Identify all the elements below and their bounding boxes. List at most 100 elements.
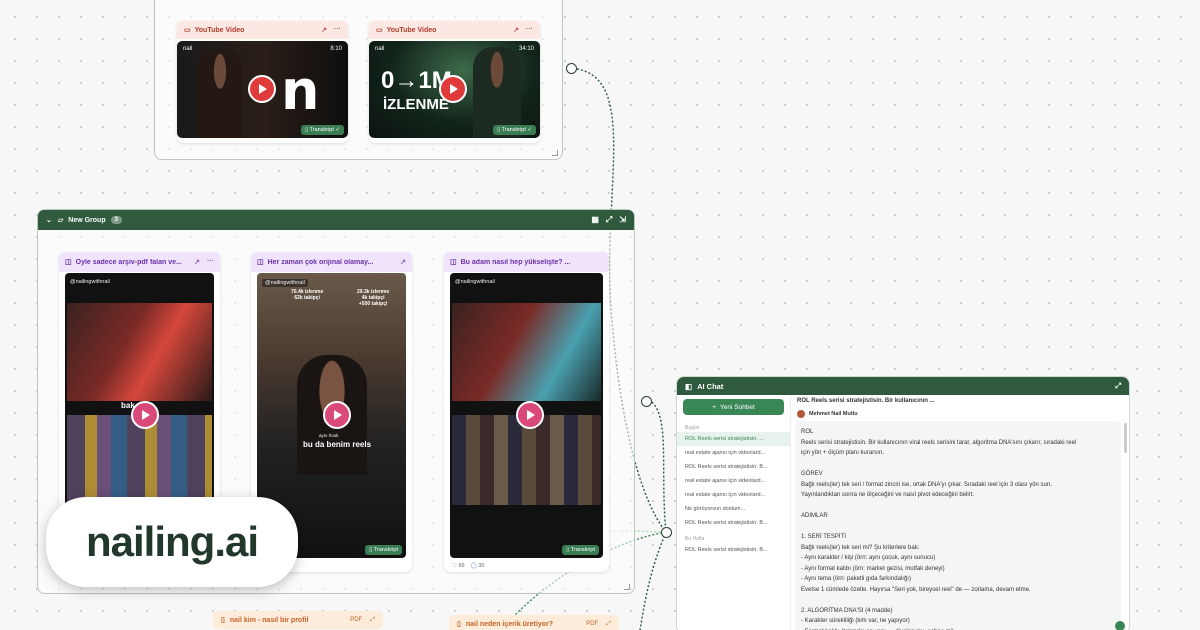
external-link-icon[interactable]: ↗: [513, 26, 519, 34]
chat-title: AI Chat: [697, 381, 724, 391]
play-button[interactable]: [248, 75, 276, 103]
scroll-down-button[interactable]: [1115, 621, 1125, 630]
message-line: [801, 522, 1115, 533]
more-icon[interactable]: ···: [334, 26, 341, 34]
chat-sidebar: + Yeni Sohbet Bugün ROL Reels serisi str…: [677, 395, 791, 630]
more-icon[interactable]: ···: [207, 258, 214, 266]
resize-handle[interactable]: [552, 150, 558, 156]
reel-title: Her zaman çok orijinal olamay...: [267, 258, 374, 266]
pdf-kind: PDF: [350, 616, 363, 623]
external-link-icon[interactable]: ↗: [400, 258, 406, 266]
youtube-video-card[interactable]: ▭ YouTube Video ↗ ··· nail 8:10 n ▯ Trans…: [177, 21, 348, 143]
new-chat-button[interactable]: + Yeni Sohbet: [683, 399, 784, 415]
channel-name: nail: [183, 46, 193, 52]
chat-session-item[interactable]: ROL Reels serisi stratejistisin. B...: [677, 516, 790, 530]
message-line: - Aynı karakter / kişi (örn: aynı çocuk,…: [801, 555, 936, 561]
reel-preview[interactable]: @nailingwithnail ▯ Transkript: [450, 273, 603, 558]
reel-stat-right: 29.3k izlenme 4k takipçi +500 takipçi: [357, 289, 390, 307]
video-duration: 8:10: [330, 46, 342, 52]
message-line: GÖREV: [801, 471, 823, 477]
channel-name: nail: [375, 46, 385, 52]
pdf-icon: ▯: [457, 621, 461, 628]
connector-handle[interactable]: [641, 396, 652, 407]
grid-layout-icon[interactable]: ▦: [591, 215, 599, 225]
expand-icon[interactable]: ⤢: [606, 215, 612, 225]
message-line: [801, 595, 1115, 606]
pdf-kind: PDF: [586, 620, 599, 627]
instagram-icon: ◫: [450, 259, 457, 266]
ai-chat-panel: ◧ AI Chat ⤢ + Yeni Sohbet Bugün ROL Reel…: [676, 376, 1130, 630]
transcript-badge[interactable]: ▯ Transkript ✓: [301, 125, 344, 135]
pdf-card[interactable]: ▯ nail kim - nasıl bir profil PDF ⤢: [213, 611, 383, 629]
sidebar-section-today: Bugün: [685, 425, 700, 431]
message-line: - Format kalıbı (tekrarlayan yapı — diya…: [801, 627, 1115, 630]
external-link-icon[interactable]: ↗: [194, 258, 200, 266]
transcript-badge[interactable]: ▯ Transkript: [365, 545, 402, 555]
message-author: Mehmet Nail Mutlu: [795, 407, 1129, 421]
chat-icon: ◧: [685, 381, 693, 391]
reel-stat-left: 70.4k izlenme 62k takipçi: [291, 289, 324, 301]
transcript-badge[interactable]: ▯ Transkript: [562, 545, 599, 555]
pdf-card[interactable]: ▯ nail neden içerik üretiyor? PDF ⤢: [449, 615, 619, 630]
message-line: [801, 501, 1115, 512]
pdf-title: nail kim - nasıl bir profil: [229, 616, 309, 624]
chat-session-item[interactable]: Ne görüyorsun dostum...: [677, 502, 790, 516]
play-button[interactable]: [131, 401, 159, 429]
group-header[interactable]: ⌄ ▱ New Group 3 ▦ ⤢ ⇲: [38, 210, 634, 230]
external-link-icon[interactable]: ↗: [321, 26, 327, 34]
message-line: 2. ALGORİTMA DNA'SI (4 madde): [801, 607, 893, 614]
expand-icon[interactable]: ⤢: [1115, 381, 1121, 391]
connector-handle[interactable]: [566, 63, 577, 74]
reel-handle: @nailingwithnail: [262, 279, 308, 287]
youtube-video-card[interactable]: ▭ YouTube Video ↗ ··· nail 34:10 0→1M İZL…: [369, 21, 540, 143]
conversation-title: ROL Reels serisi stratejistisin. Bir kul…: [797, 398, 935, 404]
message-line: ADIMLAR: [801, 513, 828, 519]
reel-screen-grid: [67, 415, 212, 505]
play-button[interactable]: [516, 401, 544, 429]
instagram-icon: ◫: [257, 259, 264, 266]
chat-main: ROL Reels serisi stratejistisin. Bir kul…: [795, 395, 1129, 630]
chat-session-item[interactable]: real estate ajansı için videolard...: [677, 446, 790, 460]
ungroup-icon[interactable]: ⇲: [619, 215, 626, 225]
reel-handle: @nailingwithnail: [455, 279, 495, 285]
comment-icon: ◯: [470, 563, 477, 569]
chat-session-item[interactable]: ROL Reels serisi stratejistisin. ...: [677, 432, 790, 446]
more-icon[interactable]: ···: [526, 26, 533, 34]
card-type-label: ▭ YouTube Video ↗ ···: [369, 21, 540, 39]
reel-card[interactable]: ◫ Bu adam nasıl hep yükselişte? ... @nai…: [444, 252, 609, 572]
message-line: [801, 459, 1115, 470]
card-type-text: YouTube Video: [194, 26, 245, 34]
expand-icon[interactable]: ⤢: [606, 621, 611, 628]
resize-handle[interactable]: [624, 584, 630, 590]
chat-header[interactable]: ◧ AI Chat ⤢: [677, 377, 1129, 395]
reel-title-bar: ◫ Bu adam nasıl hep yükselişte? ...: [444, 252, 609, 272]
message-line: - Aynı format kalıbı (örn: market gezisi…: [801, 565, 945, 572]
youtube-icon: ▭: [376, 27, 383, 34]
chat-session-item[interactable]: real estate ajansı için videolard...: [677, 488, 790, 502]
chat-session-item[interactable]: ROL Reels serisi stratejistisin. B...: [677, 543, 790, 557]
thumbnail-subline: İZLENME: [383, 96, 449, 113]
connector-handle[interactable]: [661, 527, 672, 538]
brand-logo: nailing.ai: [46, 497, 298, 587]
card-type-text: YouTube Video: [386, 26, 437, 34]
play-button[interactable]: [439, 75, 467, 103]
video-thumbnail[interactable]: nail 34:10 0→1M İZLENME ▯ Transkript ✓: [369, 41, 540, 138]
play-button[interactable]: [323, 401, 351, 429]
video-thumbnail[interactable]: nail 8:10 n ▯ Transkript ✓: [177, 41, 348, 138]
sidebar-section-week: Bu Hafta: [685, 536, 705, 542]
scrollbar[interactable]: [1124, 423, 1127, 453]
transcript-badge[interactable]: ▯ Transkript ✓: [493, 125, 536, 135]
message-line: Bağlı reels(ler) tek seri / format zinci…: [801, 481, 1052, 488]
message-line: Bağlı reels(ler) tek seri mi? Şu kriterl…: [801, 544, 920, 551]
plus-icon: +: [712, 403, 716, 411]
collapse-chevron-icon[interactable]: ⌄: [46, 216, 52, 224]
folder-icon: ▱: [57, 217, 64, 224]
chat-session-item[interactable]: real estate ajansı için videolard...: [677, 474, 790, 488]
message-line: Evetse 1 cümlede özetle. Hayırsa "Seri y…: [801, 586, 1031, 593]
reel-photo: [452, 303, 601, 401]
instagram-icon: ◫: [65, 259, 72, 266]
expand-icon[interactable]: ⤢: [370, 617, 375, 624]
reel-handle: @nailingwithnail: [70, 279, 110, 285]
chat-session-item[interactable]: ROL Reels serisi stratejistisin. B...: [677, 460, 790, 474]
reel-title: Bu adam nasıl hep yükselişte? ...: [460, 258, 571, 266]
